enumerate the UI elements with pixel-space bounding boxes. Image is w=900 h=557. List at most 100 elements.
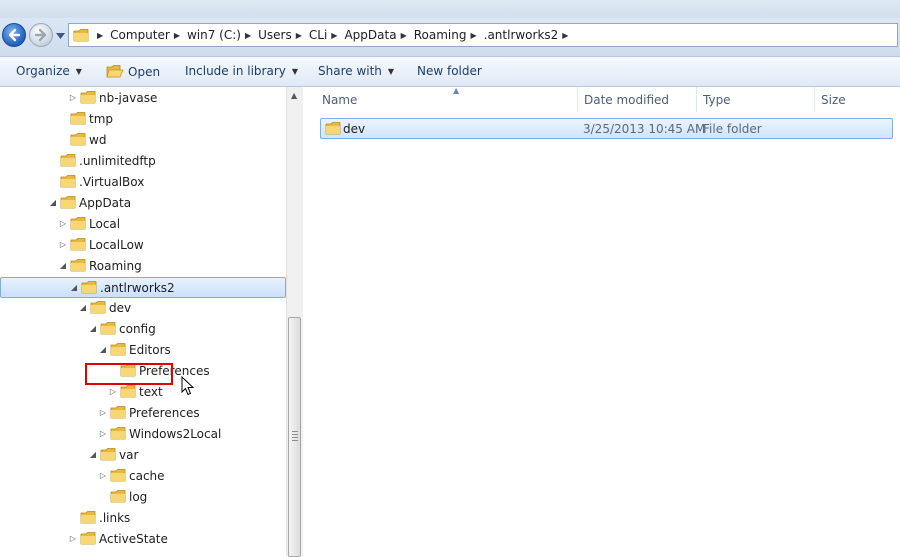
- folder-icon: [70, 111, 86, 128]
- tree-collapsed-arrow-icon[interactable]: ▷: [99, 429, 107, 438]
- folder-icon: [60, 153, 76, 170]
- tree-item[interactable]: wd: [0, 130, 286, 151]
- tree-item[interactable]: ▷ Windows2Local: [0, 424, 286, 445]
- tree-item[interactable]: ▷ Local: [0, 214, 286, 235]
- tree-item-label: Windows2Local: [129, 427, 222, 441]
- column-type-label: Type: [703, 92, 731, 107]
- tree-item[interactable]: ◢ dev: [0, 298, 286, 319]
- tree-item[interactable]: ▷ cache: [0, 466, 286, 487]
- tree-item[interactable]: log: [0, 487, 286, 508]
- open-button[interactable]: Open: [106, 64, 160, 79]
- folder-icon: [80, 531, 96, 548]
- grip-icon: [292, 431, 298, 443]
- organize-button[interactable]: Organize ▼: [16, 64, 82, 78]
- tree-item-label: Roaming: [89, 259, 142, 273]
- scrollbar-thumb[interactable]: [288, 317, 301, 557]
- breadcrumb-antlrworks2[interactable]: .antlrworks2: [484, 28, 559, 42]
- folder-icon: [110, 489, 126, 506]
- tree-collapsed-arrow-icon[interactable]: ▷: [69, 93, 77, 102]
- tree-item[interactable]: ▷ Preferences: [0, 403, 286, 424]
- tree-item-label: .links: [99, 511, 131, 525]
- tree-collapsed-arrow-icon[interactable]: ▷: [109, 387, 117, 396]
- breadcrumb-separator-icon[interactable]: ▶: [401, 31, 407, 40]
- folder-icon: [110, 426, 126, 443]
- tree-item[interactable]: .unlimitedftp: [0, 151, 286, 172]
- share-with-label: Share with: [318, 64, 382, 78]
- tree-expanded-arrow-icon[interactable]: ◢: [70, 283, 78, 292]
- tree-collapsed-arrow-icon[interactable]: ▷: [59, 240, 67, 249]
- column-size-label: Size: [821, 92, 846, 107]
- tree-expanded-arrow-icon[interactable]: ◢: [49, 198, 57, 207]
- folder-icon: [110, 405, 126, 422]
- breadcrumb-drive[interactable]: win7 (C:): [187, 28, 241, 42]
- tree-item-label: LocalLow: [89, 238, 144, 252]
- tree-collapsed-arrow-icon[interactable]: ▷: [99, 408, 107, 417]
- tree-expanded-arrow-icon[interactable]: ◢: [79, 303, 87, 312]
- tree-item[interactable]: ◢ Editors: [0, 340, 286, 361]
- breadcrumb-separator-icon[interactable]: ▶: [562, 31, 568, 40]
- recent-pages-chevron-icon[interactable]: [56, 33, 65, 39]
- breadcrumb-separator-icon[interactable]: ▶: [331, 31, 337, 40]
- back-button[interactable]: [2, 23, 26, 47]
- breadcrumb-separator-icon[interactable]: ▶: [97, 31, 103, 40]
- column-header-date-modified[interactable]: Date modified: [578, 87, 697, 112]
- forward-button[interactable]: [29, 23, 53, 47]
- tree-item[interactable]: ◢ var: [0, 445, 286, 466]
- mouse-pointer-icon: [181, 376, 195, 396]
- tree-item[interactable]: ◢ AppData: [0, 193, 286, 214]
- column-name-label: Name: [322, 92, 358, 107]
- tree-item-label: text: [139, 385, 163, 399]
- tree-item[interactable]: tmp: [0, 109, 286, 130]
- scroll-up-arrow-icon[interactable]: ▲: [291, 91, 297, 100]
- folder-icon: [120, 384, 136, 401]
- tree-collapsed-arrow-icon[interactable]: ▷: [59, 219, 67, 228]
- tree-collapsed-arrow-icon[interactable]: ▷: [69, 534, 77, 543]
- new-folder-button[interactable]: New folder: [417, 64, 482, 78]
- breadcrumb-roaming[interactable]: Roaming: [414, 28, 467, 42]
- tree-item[interactable]: .links: [0, 508, 286, 529]
- tree-item[interactable]: ▷ nb-javase: [0, 88, 286, 109]
- tree-item-label: log: [129, 490, 148, 504]
- back-arrow-icon: [8, 28, 21, 42]
- tree-expanded-arrow-icon[interactable]: ◢: [99, 345, 107, 354]
- tree-item[interactable]: ◢ Roaming: [0, 256, 286, 277]
- tree-item[interactable]: ▷ LocalLow: [0, 235, 286, 256]
- breadcrumb-computer[interactable]: Computer: [110, 28, 170, 42]
- breadcrumb-users[interactable]: Users: [258, 28, 292, 42]
- tree-collapsed-arrow-icon[interactable]: ▷: [99, 471, 107, 480]
- tree-item-label: Preferences: [129, 406, 200, 420]
- column-date-label: Date modified: [584, 92, 670, 107]
- tree-expanded-arrow-icon[interactable]: ◢: [89, 324, 97, 333]
- breadcrumb-separator-icon[interactable]: ▶: [470, 31, 476, 40]
- breadcrumb-separator-icon[interactable]: ▶: [245, 31, 251, 40]
- tree-item-label: cache: [129, 469, 165, 483]
- breadcrumb-appdata[interactable]: AppData: [344, 28, 396, 42]
- red-highlight-annotation: [85, 363, 173, 385]
- tree-scrollbar[interactable]: ▲: [286, 87, 303, 557]
- breadcrumb-separator-icon[interactable]: ▶: [174, 31, 180, 40]
- tree-expanded-arrow-icon[interactable]: ◢: [89, 450, 97, 459]
- folder-icon: [110, 468, 126, 485]
- tree-expanded-arrow-icon[interactable]: ◢: [59, 261, 67, 270]
- column-header-size[interactable]: Size: [815, 87, 900, 112]
- tree-item[interactable]: ▷ ActiveState: [0, 529, 286, 550]
- share-with-button[interactable]: Share with ▼: [318, 64, 394, 78]
- column-header-type[interactable]: Type: [697, 87, 815, 112]
- address-row: ▶ Computer ▶ win7 (C:) ▶ Users ▶ CLi ▶ A…: [0, 18, 900, 57]
- include-in-library-button[interactable]: Include in library ▼: [185, 64, 298, 78]
- chevron-down-icon: ▼: [291, 66, 299, 76]
- breadcrumb-separator-icon[interactable]: ▶: [296, 31, 302, 40]
- breadcrumb-user[interactable]: CLi: [309, 28, 327, 42]
- folder-icon: [100, 321, 116, 338]
- open-label: Open: [128, 64, 161, 79]
- address-bar[interactable]: ▶ Computer ▶ win7 (C:) ▶ Users ▶ CLi ▶ A…: [68, 23, 898, 47]
- tree-item[interactable]: .VirtualBox: [0, 172, 286, 193]
- file-list-item[interactable]: dev 3/25/2013 10:45 AM File folder: [320, 118, 893, 139]
- tree-item[interactable]: ◢ config: [0, 319, 286, 340]
- tree-item[interactable]: ▷ text: [0, 382, 286, 403]
- file-list-pane: Name ▲ Date modified Type Size dev 3/25/…: [303, 86, 900, 556]
- tree-item[interactable]: ◢ .antlrworks2: [0, 277, 286, 298]
- folder-icon: [90, 300, 106, 317]
- column-header-name[interactable]: Name ▲: [315, 86, 578, 112]
- organize-label: Organize: [16, 64, 70, 78]
